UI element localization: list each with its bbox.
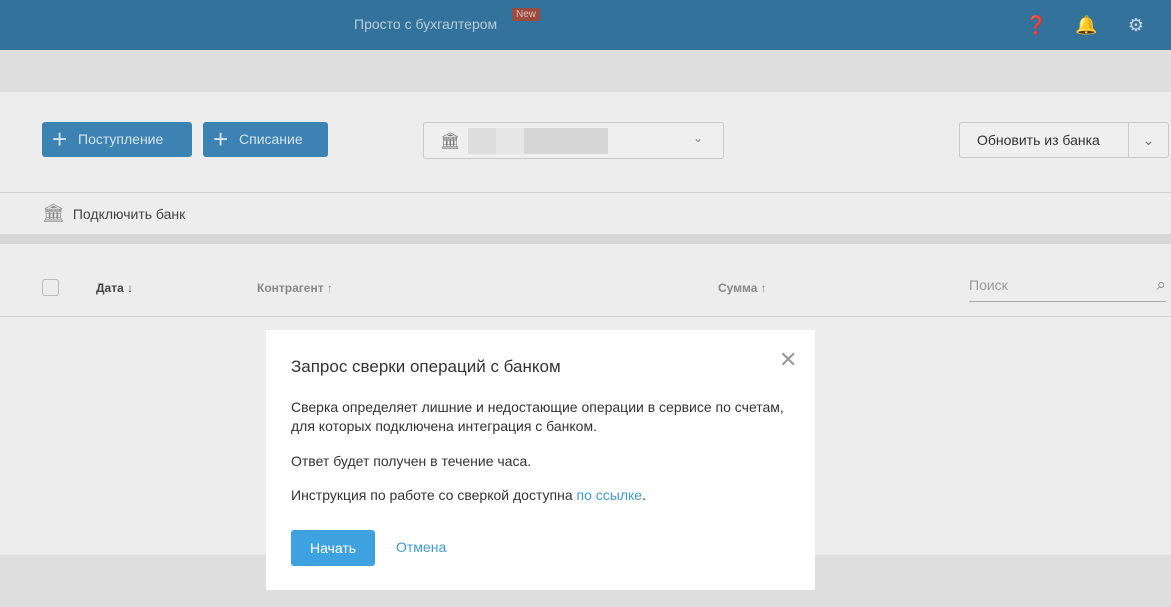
connect-bank-link[interactable]: 🏛 Подключить банк (42, 203, 185, 224)
refresh-label: Обновить из банка (977, 132, 1100, 148)
dialog-title: Запрос сверки операций с банком (291, 357, 561, 376)
gear-icon[interactable]: ⚙ (1125, 14, 1147, 36)
dialog-paragraph: Сверка определяет лишние и недостающие о… (291, 399, 784, 434)
account-name-redacted (468, 128, 608, 154)
close-icon[interactable]: ✕ (779, 347, 797, 373)
column-date[interactable]: Дата ↓ (96, 281, 133, 295)
cancel-link[interactable]: Отмена (396, 539, 446, 555)
search-icon[interactable]: ⌕ (1156, 272, 1166, 298)
bank-icon: 🏛 (440, 133, 461, 150)
plus-icon: + (52, 124, 68, 154)
dialog-paragraph: Ответ будет получен в течение часа. (291, 453, 532, 469)
income-label: Поступление (78, 131, 164, 147)
divider (0, 316, 1171, 317)
account-select[interactable]: 🏛 ⌄ (423, 122, 724, 159)
select-all-checkbox[interactable] (42, 279, 59, 296)
top-header: Просто с бухгалтером New ❓ 🔔 ⚙ (0, 0, 1171, 50)
connect-bank-label: Подключить банк (72, 205, 186, 222)
help-icon[interactable]: ❓ (1025, 14, 1047, 36)
bell-icon[interactable]: 🔔 (1075, 14, 1097, 36)
start-button[interactable]: Начать (291, 530, 375, 566)
expense-label: Списание (239, 131, 303, 147)
divider (0, 234, 1171, 244)
search-placeholder: Поиск (969, 277, 1008, 293)
chevron-down-icon: ⌄ (692, 131, 703, 145)
plus-icon: + (213, 124, 229, 154)
refresh-dropdown-toggle[interactable]: ⌄ (1128, 123, 1168, 157)
brand-link[interactable]: Просто с бухгалтером (354, 16, 497, 32)
instruction-suffix: . (642, 487, 646, 503)
search-input[interactable]: Поиск ⌕ (969, 272, 1166, 302)
bank-icon: 🏛 (42, 203, 65, 223)
add-expense-button[interactable]: + Списание (203, 122, 328, 157)
divider (0, 192, 1171, 193)
new-badge: New (512, 8, 541, 21)
refresh-from-bank-button[interactable]: Обновить из банка ⌄ (959, 122, 1169, 158)
add-income-button[interactable]: + Поступление (42, 122, 192, 157)
dialog-paragraph: Инструкция по работе со сверкой доступна… (291, 486, 791, 505)
column-counterparty[interactable]: Контрагент ↑ (257, 281, 333, 295)
instruction-text: Инструкция по работе со сверкой доступна (291, 487, 577, 503)
column-amount[interactable]: Сумма ↑ (718, 281, 767, 295)
instruction-link[interactable]: по ссылке (577, 487, 643, 503)
reconciliation-dialog: Запрос сверки операций с банком ✕ Сверка… (266, 330, 815, 590)
